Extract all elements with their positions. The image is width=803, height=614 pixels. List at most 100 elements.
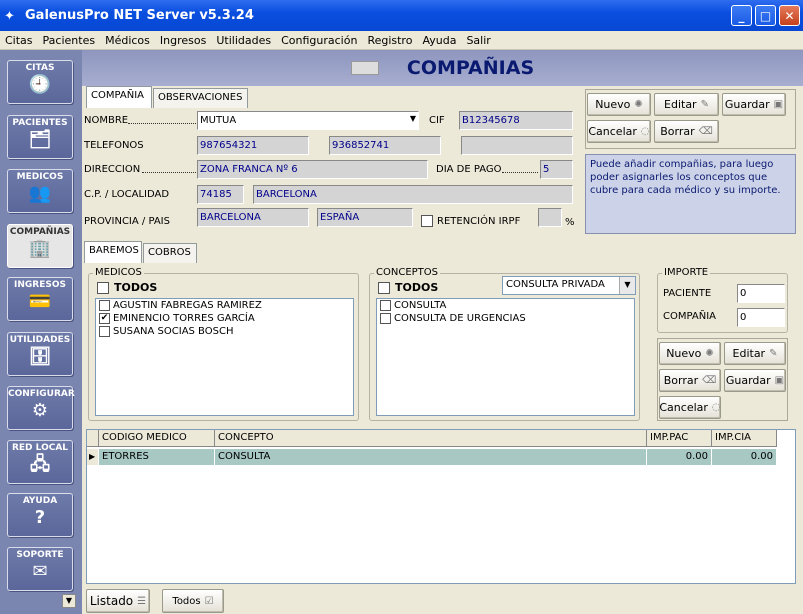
help-icon: ? [34,507,46,528]
conceptos-title: CONCEPTOS [374,267,440,278]
menu-ingresos[interactable]: Ingresos [155,34,211,47]
chevron-down-icon: ▼ [619,277,635,294]
list-item[interactable]: ✔ EMINENCIO TORRES GARCÍA [96,312,353,325]
baremo-guardar-button[interactable]: Guardar ▣ [724,369,786,392]
pais-field[interactable]: ESPAÑA [317,208,413,227]
cif-field[interactable]: B12345678 [459,111,573,130]
sparkle-icon: ✺ [705,348,714,359]
col-imp-pac[interactable]: IMP.PAC [647,430,712,447]
sidebar-item-label: CITAS [25,63,55,73]
irpf-field[interactable] [538,208,562,227]
sidebar-item-label: CONFIGURAR [8,389,75,399]
conceptos-todos[interactable]: TODOS [378,281,438,294]
cp-field[interactable]: 74185 [197,185,244,204]
cancelar-button[interactable]: Cancelar ◌ [587,120,651,143]
sidebar-item-medicos[interactable]: MEDICOS 👥 [7,169,73,213]
sidebar-item-ingresos[interactable]: INGRESOS 💳 [7,277,73,321]
borrar-button[interactable]: Borrar ⌫ [654,120,719,143]
todos-checkbox[interactable] [97,281,109,294]
todos-checkbox[interactable] [378,281,390,294]
list-item[interactable]: AGUSTIN FABREGAS RAMIREZ [96,299,353,312]
button-label: Nuevo [666,347,702,360]
table-cell[interactable]: ETORRES [99,449,215,465]
sidebar-scroll-down-button[interactable]: ▼ [62,594,76,608]
sidebar-item-pacientes[interactable]: PACIENTES 🗂 [7,115,73,159]
baremo-cancelar-button[interactable]: Cancelar ◌ [659,396,721,419]
sidebar-item-soporte[interactable]: SOPORTE ✉ [7,547,73,591]
cancel-icon: ◌ [640,126,650,137]
grid-corner [87,430,99,447]
table-cell[interactable]: CONSULTA [215,449,647,465]
importe-compania-field[interactable]: 0 [737,308,785,327]
table-cell[interactable]: 0.00 [647,449,712,465]
col-concepto[interactable]: CONCEPTO [215,430,647,447]
list-item[interactable]: SUSANA SOCIAS BOSCH [96,325,353,338]
menu-registro[interactable]: Registro [362,34,417,47]
baremo-editar-button[interactable]: Editar ✎ [724,342,786,365]
checkbox[interactable] [380,313,391,324]
editar-button[interactable]: Editar ✎ [654,93,719,116]
listado-button[interactable]: Listado ☰ [86,589,150,613]
menu-ayuda[interactable]: Ayuda [417,34,461,47]
window-title: GalenusPro NET Server v5.3.24 [25,8,254,23]
guardar-button[interactable]: Guardar ▣ [722,93,786,116]
baremos-grid: CODIGO MEDICO CONCEPTO IMP.PAC IMP.CIA ▶… [86,429,796,584]
sidebar-item-configurar[interactable]: CONFIGURAR ⚙ [7,386,75,430]
checkbox[interactable]: ✔ [99,313,110,324]
tab-cobros[interactable]: COBROS [143,243,197,263]
sidebar-item-label: MEDICOS [16,172,64,182]
sidebar-item-red-local[interactable]: RED LOCAL 🖧 [7,440,73,484]
menu-configuracion[interactable]: Configuración [276,34,362,47]
tab-observaciones[interactable]: OBSERVACIONES [153,88,248,108]
baremo-nuevo-button[interactable]: Nuevo ✺ [659,342,721,365]
menu-salir[interactable]: Salir [461,34,495,47]
tab-compania[interactable]: COMPAÑIA [86,86,152,108]
telefono-1-field[interactable]: 987654321 [197,136,309,155]
table-cell[interactable]: 0.00 [712,449,777,465]
cp-localidad-label: C.P. / LOCALIDAD [84,189,170,200]
direccion-field[interactable]: ZONA FRANCA Nº 6 [197,160,428,179]
checkbox[interactable] [99,300,110,311]
menu-citas[interactable]: Citas [0,34,38,47]
minimize-button[interactable]: _ [731,5,752,26]
building-icon: 🏢 [28,238,52,259]
nombre-label: NOMBRE [84,115,129,126]
sidebar-item-utilidades[interactable]: UTILIDADES 🗄 [7,332,73,376]
maximize-button[interactable]: □ [755,5,776,26]
nombre-select[interactable]: MUTUA ▼ [197,111,419,130]
cif-label: CIF [429,115,445,126]
baremo-borrar-button[interactable]: Borrar ⌫ [659,369,721,392]
list-item[interactable]: CONSULTA DE URGENCIAS [377,312,634,325]
irpf-checkbox[interactable] [421,215,433,227]
col-codigo-medico[interactable]: CODIGO MEDICO [99,430,215,447]
concepto-select[interactable]: CONSULTA PRIVADA ▼ [502,276,636,295]
telefono-3-field[interactable] [461,136,573,155]
provincia-field[interactable]: BARCELONA [197,208,309,227]
sidebar-item-label: SOPORTE [16,550,64,560]
nuevo-button[interactable]: Nuevo ✺ [587,93,651,116]
close-button[interactable]: ✕ [779,5,800,26]
button-label: Cancelar [588,125,637,138]
menu-pacientes[interactable]: Pacientes [38,34,101,47]
menu-utilidades[interactable]: Utilidades [211,34,276,47]
direccion-label: DIRECCION [84,164,141,175]
localidad-field[interactable]: BARCELONA [253,185,573,204]
checkbox[interactable] [380,300,391,311]
sidebar-item-companias[interactable]: COMPAÑIAS 🏢 [7,224,73,268]
doctors-icon: 👥 [28,183,52,204]
provincia-pais-label: PROVINCIA / PAIS [84,216,170,227]
telefono-2-field[interactable]: 936852741 [329,136,441,155]
medicos-todos[interactable]: TODOS [97,281,157,294]
importe-group: IMPORTE PACIENTE 0 COMPAÑIA 0 [657,267,788,333]
importe-paciente-field[interactable]: 0 [737,284,785,303]
menu-medicos[interactable]: Médicos [100,34,155,47]
eraser-icon: ⌫ [702,375,717,386]
tab-baremos[interactable]: BAREMOS [84,241,142,263]
checkbox[interactable] [99,326,110,337]
col-imp-cia[interactable]: IMP.CIA [712,430,777,447]
dia-pago-field[interactable]: 5 [540,160,573,179]
sidebar-item-ayuda[interactable]: AYUDA? [7,493,73,537]
todos-toggle-button[interactable]: Todos ☑ [162,589,224,613]
list-item[interactable]: CONSULTA [377,299,634,312]
sidebar-item-citas[interactable]: CITAS 🕘 [7,60,73,104]
